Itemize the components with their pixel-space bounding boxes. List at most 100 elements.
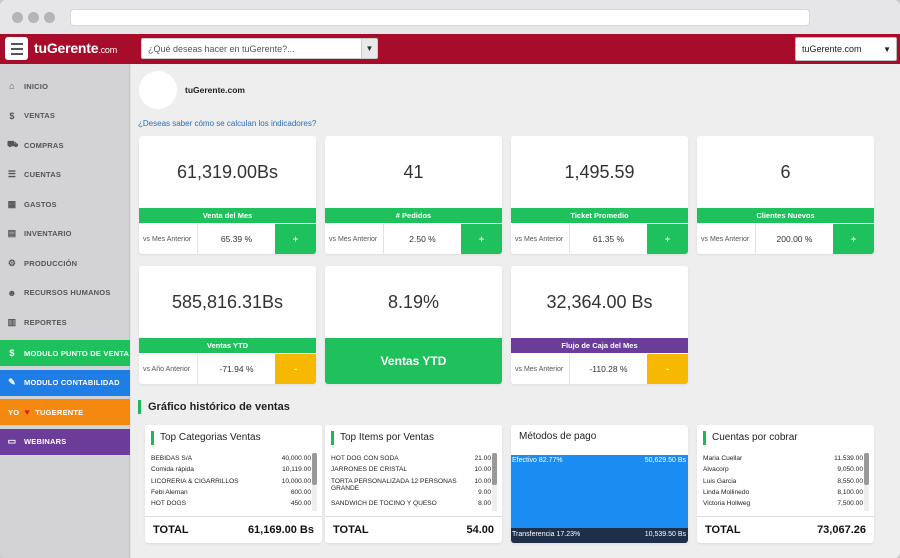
kpi-card: 8.19% Ventas YTD [325,266,502,384]
chevron-down-icon: ▼ [883,45,891,54]
panel-title: Top Items por Ventas [331,431,434,445]
sidebar-item-label: GASTOS [24,199,57,209]
sidebar: ⌂ INICIO $ VENTAS ⛟ COMPRAS ☰ CUENTAS ▦ GASTOS ▤ IN… [0,64,130,558]
search-placeholder: ¿Qué deseas hacer en tuGerente?... [148,44,295,54]
panel-title: Cuentas por cobrar [703,431,798,445]
sidebar-item-recursos-humanos[interactable]: ☻ RECURSOS HUMANOS [0,279,130,307]
kpi-detail-button[interactable]: + [461,224,502,254]
payment-method-name: Efectivo [512,457,537,464]
scrollbar-thumb[interactable] [312,453,317,485]
sidebar-item-label: CUENTAS [24,170,62,179]
item-value: 450.00 [290,500,311,508]
sidebar-item-label: COMPRAS [24,140,64,150]
kpi-value: 41 [403,161,424,182]
kpi-card: 61,319.00Bs Venta del Mes vs Mes Anterior 6… [139,136,316,254]
scrollbar-thumb[interactable] [492,453,497,485]
sidebar-item-label: MODULO PUNTO DE VENTA [24,348,130,358]
kpi-card: 585,816.31Bs Ventas YTD vs Año Anterior -71… [139,266,316,384]
panel-scrollbar[interactable] [492,453,497,511]
list-icon: ☰ [7,169,17,179]
top-items-panel: Top Items por Ventas HOT DOG CON SODA 21.0… [325,425,502,543]
heart-icon: ♥ [24,407,31,417]
comparison-label: vs Mes Anterior [515,235,564,243]
search-select[interactable]: ¿Qué deseas hacer en tuGerente?... ▼ [141,38,378,59]
sidebar-item-modulo-contabilidad[interactable]: ✎ MODULO CONTABILIDAD [0,369,130,396]
total-value: 54.00 [466,524,494,536]
scrollbar-thumb[interactable] [864,453,869,485]
indicators-help-link[interactable]: ¿Deseas saber cómo se calculan los indic… [138,119,316,128]
payment-share-block[interactable]: Transferencia 17.23% 10,539.50 Bs [511,528,688,543]
panel-rows: Maria Cuellar 11,539.00 Alvacorp 9,050.00 Lu… [703,455,863,511]
panel-title: Top Categorias Ventas [151,431,261,445]
kpi-detail-button[interactable]: + [275,224,316,254]
dollar-icon: $ [9,348,15,358]
sidebar-item-label: RECURSOS HUMANOS [24,288,111,297]
logo-suffix: .com [98,45,118,55]
dollar-icon: $ [9,110,15,121]
sidebar-item-prefix: YO [8,407,20,417]
sidebar-item-tugerente[interactable]: YO ♥ TUGERENTE [0,399,130,425]
comparison-label: vs Mes Anterior [329,235,378,243]
panel-rows: HOT DOG CON SODA 21.00 JARRONES DE CRISTAL… [331,455,491,511]
sidebar-item-cuentas[interactable]: ☰ CUENTAS [0,161,130,189]
kpi-label: Ventas YTD [139,338,316,353]
total-label: TOTAL [333,524,369,536]
payment-method-value: 10,539.50 Bs [644,531,686,538]
kpi-detail-button[interactable]: + [833,224,874,254]
sidebar-item-compras[interactable]: ⛟ COMPRAS [0,131,130,159]
item-name: Victoria Hollweg [703,500,751,508]
top-navbar: tuGerente.com ¿Qué deseas hacer en tuGer… [0,34,900,64]
window-maximize-dot[interactable] [44,12,55,23]
item-value: 11,539.00 [834,455,863,462]
payment-method-value: 50,629.50 Bs [644,457,686,464]
window-minimize-dot[interactable] [28,12,39,23]
company-select-value: tuGerente.com [802,44,862,54]
sidebar-item-label: MODULO CONTABILIDAD [24,378,120,387]
panel-scrollbar[interactable] [312,453,317,511]
item-name: JARRONES DE CRISTAL [331,466,408,474]
item-name: Alvacorp [703,466,729,474]
sidebar-item-producci-n[interactable]: ⚙ PRODUCCIÓN [0,249,130,277]
comparison-percent: 2.50 % [383,224,461,254]
logo-text: tuGerente [34,40,99,56]
panel-scrollbar[interactable] [864,453,869,511]
item-name: TORTA PERSONALIZADA 12 PERSONAS GRANDE [331,477,457,492]
window-close-dot[interactable] [12,12,23,23]
item-value: 10,000.00 [281,477,311,485]
sidebar-item-ventas[interactable]: $ VENTAS [0,102,130,130]
list-item: Alvacorp 9,050.00 [703,466,863,477]
list-item: HOT DOG CON SODA 21.00 [331,455,491,466]
item-value: 10.00 [474,466,491,474]
payment-method-label: Transferencia 17.23% [512,531,580,538]
item-value: 7,500.00 [837,500,863,508]
kpi-comparison: vs Mes Anterior 2.50 % + [325,224,502,254]
kpi-detail-button[interactable]: + [647,224,688,254]
item-value: 10.00 [474,477,491,485]
menu-toggle-button[interactable] [5,37,28,60]
item-name: Febi Aleman [151,488,188,496]
kpi-label: Venta del Mes [139,208,316,223]
item-name: Maria Cuellar [703,455,743,462]
sidebar-item-modulo-punto-de-venta[interactable]: $ MODULO PUNTO DE VENTA [0,340,130,366]
pencil-icon: ✎ [8,377,16,387]
company-select[interactable]: tuGerente.com ▼ [795,37,897,61]
chevron-down-icon[interactable]: ▼ [361,39,377,58]
item-value: 8,550.00 [837,477,863,485]
payment-share-block[interactable]: Efectivo 82.77% 50,629.50 Bs [511,455,688,528]
sidebar-item-gastos[interactable]: ▦ GASTOS [0,190,130,218]
list-item: LICORERIA & CIGARRILLOS 10,000.00 [151,478,311,489]
list-item: SANDWICH DE TOCINO Y QUESO 8.00 [331,500,491,511]
sidebar-item-inicio[interactable]: ⌂ INICIO [0,72,130,100]
address-bar[interactable] [70,9,810,26]
sidebar-item-reportes[interactable]: ▥ REPORTES [0,308,130,336]
kpi-label: Clientes Nuevos [697,208,874,223]
brand-logo[interactable]: tuGerente.com [34,40,117,56]
item-name: BEBIDAS S/A [151,455,193,462]
kpi-detail-button[interactable]: - [275,354,316,384]
kpi-card: 6 Clientes Nuevos vs Mes Anterior 200.00 % + [697,136,874,254]
sidebar-item-webinars[interactable]: ▭ WEBINARS [0,428,130,455]
comparison-percent: 65.39 % [197,224,275,254]
kpi-detail-button[interactable]: - [647,354,688,384]
comparison-label: vs Año Anterior [143,365,191,373]
sidebar-item-inventario[interactable]: ▤ INVENTARIO [0,220,130,248]
